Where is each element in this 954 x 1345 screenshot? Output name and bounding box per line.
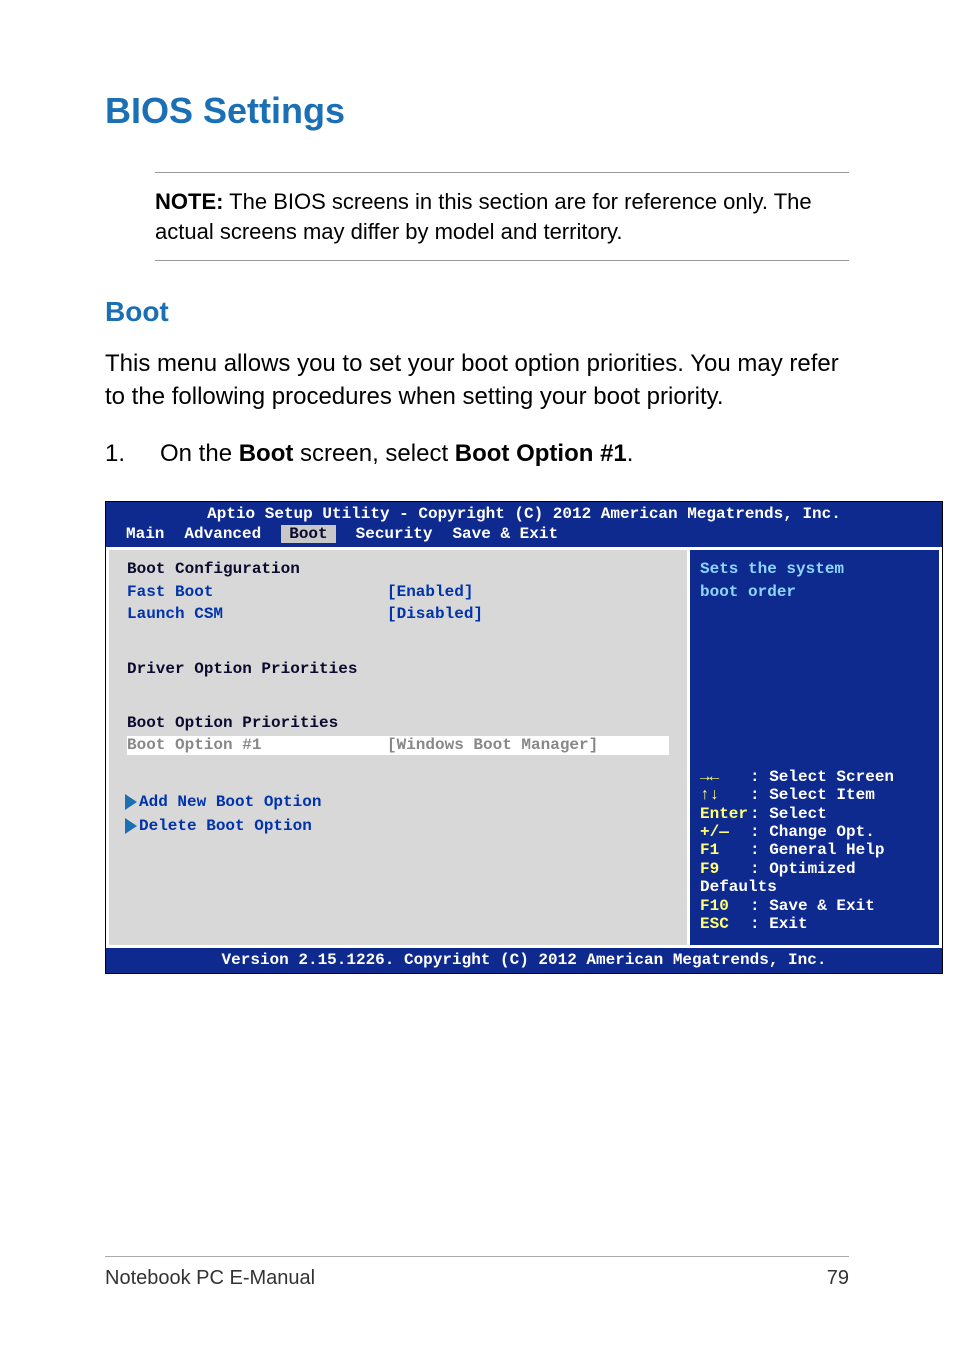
- fast-boot-value: [Enabled]: [387, 583, 473, 601]
- fast-boot-label: Fast Boot: [127, 583, 387, 601]
- key-help-list: →←: Select Screen ↑↓: Select Item Enter:…: [700, 768, 929, 934]
- tab-security: Security: [356, 525, 433, 543]
- key-enter: Enter: [700, 805, 750, 823]
- step-text: On the Boot screen, select Boot Option #…: [160, 438, 633, 470]
- step-bold-2: Boot Option #1: [455, 440, 627, 467]
- key-pm: +/—: [700, 823, 750, 841]
- add-new-boot-option: Add New Boot Option: [127, 793, 669, 811]
- bios-tabs: Main Advanced Boot Security Save & Exit: [106, 525, 942, 547]
- launch-csm-row: Launch CSM [Disabled]: [127, 605, 669, 623]
- note-block: NOTE: The BIOS screens in this section a…: [155, 172, 849, 261]
- boot-priorities-title: Boot Option Priorities: [127, 714, 669, 732]
- launch-csm-value: [Disabled]: [387, 605, 483, 623]
- step-number: 1.: [105, 438, 160, 470]
- bios-footer: Version 2.15.1226. Copyright (C) 2012 Am…: [106, 948, 942, 972]
- bios-header: Aptio Setup Utility - Copyright (C) 2012…: [106, 502, 942, 525]
- key-ud: ↑↓: [700, 786, 750, 804]
- key-f10: F10: [700, 897, 750, 915]
- tab-boot: Boot: [281, 525, 335, 543]
- step-mid: screen, select: [293, 440, 454, 467]
- key-lr-desc: : Select Screen: [750, 768, 894, 786]
- bios-body: Boot Configuration Fast Boot [Enabled] L…: [106, 547, 942, 948]
- key-f9: F9: [700, 860, 750, 878]
- key-ud-desc: : Select Item: [750, 786, 875, 804]
- key-enter-desc: : Select: [750, 805, 827, 823]
- boot-config-title: Boot Configuration: [127, 560, 669, 578]
- section-title: Boot: [105, 296, 849, 328]
- driver-priorities-title: Driver Option Priorities: [127, 660, 669, 678]
- section-intro: This menu allows you to set your boot op…: [105, 348, 849, 413]
- step-suffix: .: [627, 440, 634, 467]
- delete-boot-option: Delete Boot Option: [127, 817, 669, 835]
- key-pm-desc: : Change Opt.: [750, 823, 875, 841]
- bios-left-panel: Boot Configuration Fast Boot [Enabled] L…: [106, 550, 687, 945]
- step-bold-1: Boot: [239, 440, 294, 467]
- key-esc-desc: : Exit: [750, 915, 808, 933]
- page-title: BIOS Settings: [105, 90, 849, 132]
- launch-csm-label: Launch CSM: [127, 605, 387, 623]
- key-esc: ESC: [700, 915, 750, 933]
- step-1: 1. On the Boot screen, select Boot Optio…: [105, 438, 849, 470]
- key-f1-desc: : General Help: [750, 841, 884, 859]
- boot-option-1-value: [Windows Boot Manager]: [387, 736, 598, 754]
- tab-save-exit: Save & Exit: [452, 525, 558, 543]
- tab-main: Main: [126, 525, 164, 543]
- boot-option-1-row: Boot Option #1 [Windows Boot Manager]: [127, 736, 669, 754]
- tab-advanced: Advanced: [184, 525, 261, 543]
- bios-screenshot: Aptio Setup Utility - Copyright (C) 2012…: [105, 501, 943, 974]
- page-footer: Notebook PC E-Manual 79: [105, 1256, 849, 1290]
- note-label: NOTE:: [155, 189, 223, 214]
- key-f10-desc: : Save & Exit: [750, 897, 875, 915]
- bios-right-panel: Sets the system boot order →←: Select Sc…: [687, 550, 942, 945]
- step-prefix: On the: [160, 440, 239, 467]
- key-f1: F1: [700, 841, 750, 859]
- fast-boot-row: Fast Boot [Enabled]: [127, 583, 669, 601]
- help-line-1: Sets the system: [700, 560, 929, 578]
- play-triangle-icon: [125, 794, 137, 810]
- help-line-2: boot order: [700, 583, 929, 601]
- boot-option-1-label: Boot Option #1: [127, 736, 387, 754]
- key-lr: →←: [700, 768, 750, 786]
- footer-page-number: 79: [827, 1267, 849, 1290]
- note-text: The BIOS screens in this section are for…: [155, 189, 812, 244]
- footer-left: Notebook PC E-Manual: [105, 1267, 315, 1290]
- play-triangle-icon: [125, 818, 137, 834]
